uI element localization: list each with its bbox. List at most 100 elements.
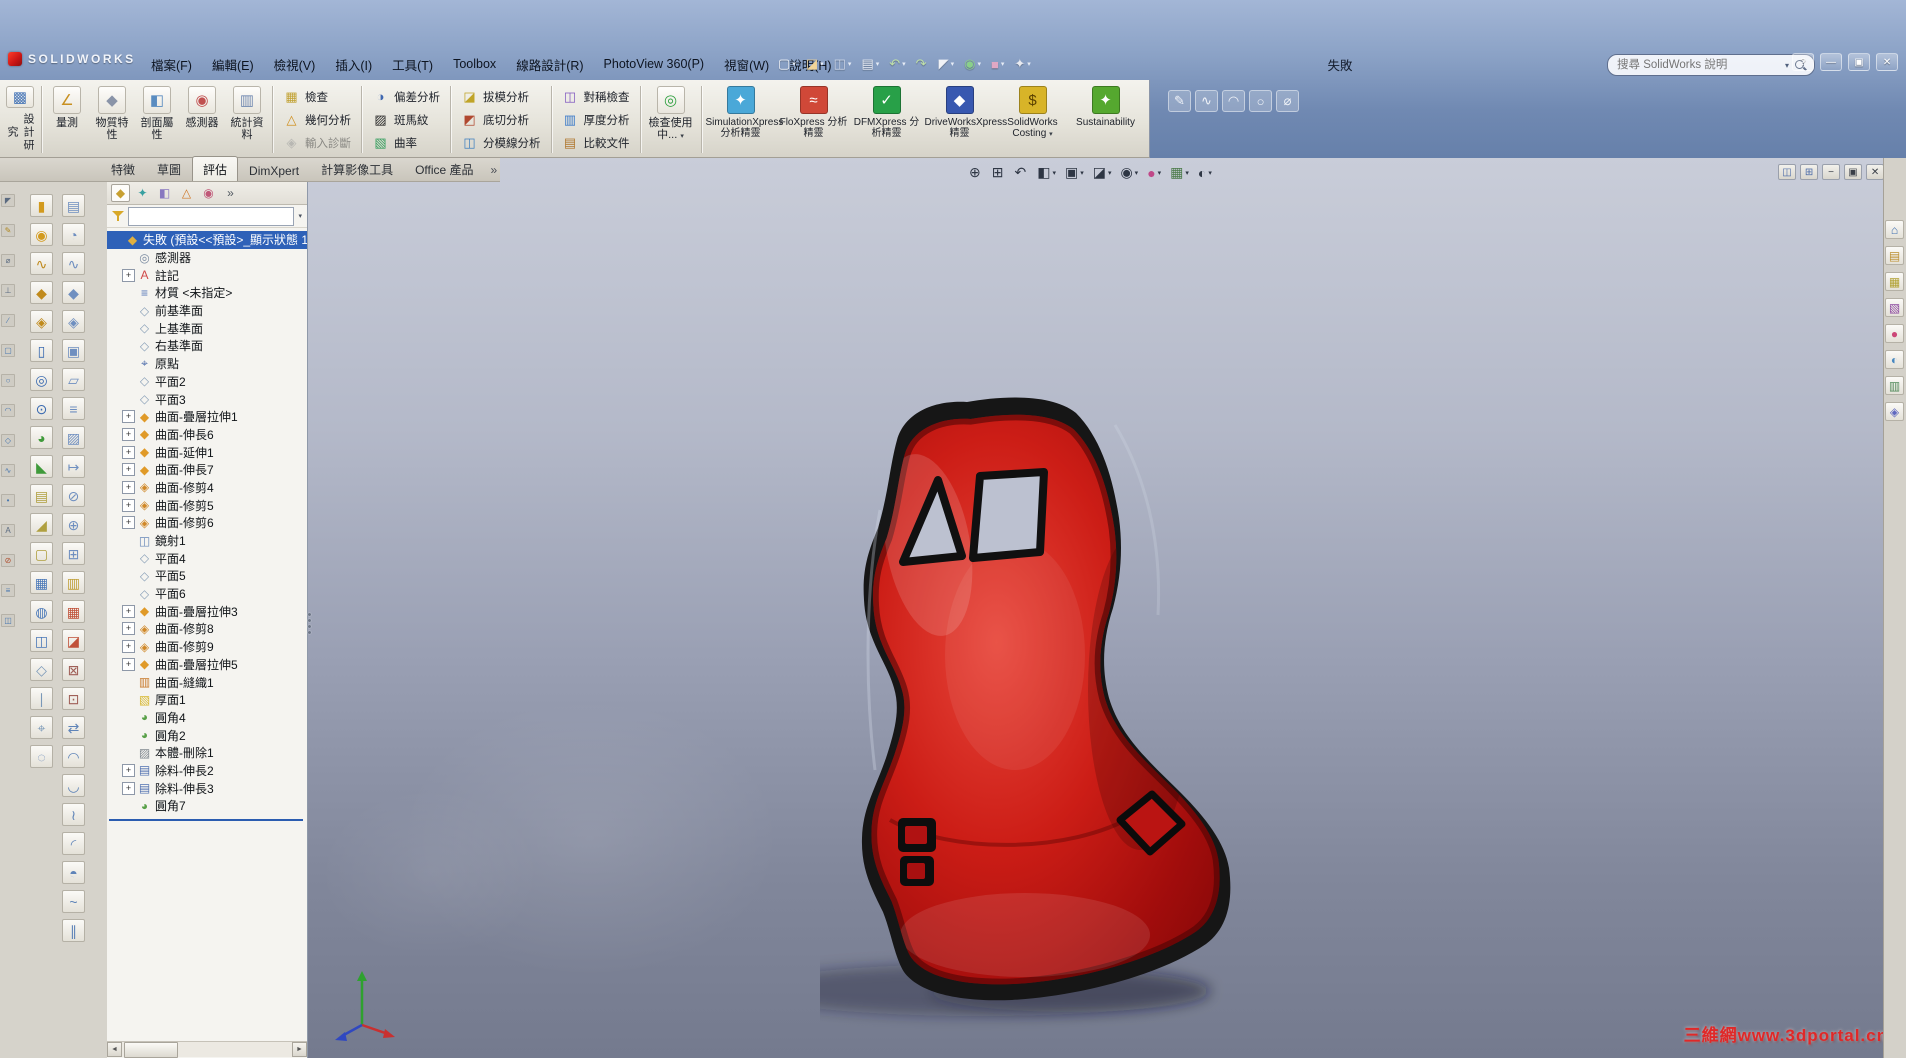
undercut-analysis-button[interactable]: ◩ 底切分析	[454, 109, 548, 131]
zoom-to-area-button[interactable]: ⊞	[989, 162, 1009, 183]
previous-view-button[interactable]: ↶	[1011, 162, 1031, 183]
offset-surface-icon[interactable]: ≡	[62, 397, 85, 420]
sketch-entity-icon[interactable]: ✎	[1, 224, 15, 237]
polygon-tool-icon[interactable]: ◇	[1, 434, 15, 447]
wrap-icon[interactable]: ◜	[62, 832, 85, 855]
tree-item-surface-loft1[interactable]: + ◆ 曲面-疊層拉伸1	[107, 408, 307, 426]
revolved-surface-icon[interactable]: ◔	[62, 223, 85, 246]
view-orientation-button[interactable]: ▣ ▾	[1062, 162, 1087, 183]
menu-item[interactable]: PhotoView 360(P)	[595, 53, 714, 75]
tree-item-sensors[interactable]: + ◎ 感測器	[107, 249, 307, 267]
tree-item-expander[interactable]: +	[122, 498, 135, 512]
close-button[interactable]: ✕	[1876, 53, 1898, 71]
menu-item[interactable]: 檢視(V)	[265, 51, 325, 78]
revolved-boss-icon[interactable]: ◉	[30, 223, 53, 246]
thicken-icon[interactable]: ▥	[62, 571, 85, 594]
dfmxpress-button[interactable]: ✓ DFMXpress 分析精靈	[851, 82, 923, 157]
scroll-left-button[interactable]: ◄	[107, 1042, 122, 1057]
deform-icon[interactable]: ◠	[62, 745, 85, 768]
coordinate-system-icon[interactable]: ⌖	[30, 716, 53, 739]
design-study-button[interactable]: ▩ 設計研究	[2, 82, 38, 157]
draft-analysis-button[interactable]: ◪ 拔模分析	[454, 86, 548, 108]
spline-tool-icon[interactable]: ∿	[1, 464, 15, 477]
pane-split-button[interactable]: ◫	[1778, 164, 1796, 180]
costing-button[interactable]: $ SolidWorks Costing ▾	[997, 82, 1069, 157]
edit-appearance-viewport-button[interactable]: ● ▾	[1144, 163, 1164, 183]
chamfer-icon[interactable]: ◣	[30, 455, 53, 478]
freeform-icon[interactable]: ~	[62, 890, 85, 913]
untrim-surface-icon[interactable]: ⊕	[62, 513, 85, 536]
document-manager-icon[interactable]: ◈	[1885, 402, 1904, 421]
scenes-icon[interactable]: ◐	[1885, 350, 1904, 369]
tree-item-surface-extend1[interactable]: + ◆ 曲面-延伸1	[107, 443, 307, 461]
deviation-analysis-button[interactable]: ◑ 偏差分析	[365, 86, 447, 108]
circle-tool-icon[interactable]: ○	[1, 374, 15, 387]
menu-item[interactable]: 線路設計(R)	[507, 51, 592, 78]
tree-item-fillet2[interactable]: + ◕ 圓角2	[107, 726, 307, 744]
fillet-icon[interactable]: ◕	[30, 426, 53, 449]
command-tab[interactable]: 特徵	[100, 156, 146, 181]
view-palette-icon[interactable]: ▧	[1885, 298, 1904, 317]
check-active-document-button[interactable]: ◎ 檢查使用中... ▾	[644, 82, 698, 157]
tree-item-expander[interactable]: +	[122, 763, 135, 777]
options-button[interactable]: ✦ ▾	[1011, 54, 1033, 74]
tree-item-plane5[interactable]: + ◇ 平面5	[107, 567, 307, 585]
floxpress-button[interactable]: ≈ FloXpress 分析精靈	[778, 82, 850, 157]
filter-caret[interactable]: ▾	[298, 212, 302, 220]
split-line-icon[interactable]: ∥	[62, 919, 85, 942]
check-button[interactable]: ▦ 檢查	[276, 86, 358, 108]
mirror-tool-icon[interactable]: ◫	[1, 614, 15, 627]
tree-item-expander[interactable]: +	[122, 427, 135, 441]
linear-pattern-icon[interactable]: ▦	[30, 571, 53, 594]
tree-item-expander[interactable]: +	[122, 640, 135, 654]
tree-item-cut-extrude2[interactable]: + ▤ 除料-伸長2	[107, 762, 307, 780]
tree-item-delete-body1[interactable]: + ▨ 本體-刪除1	[107, 744, 307, 762]
dome-icon[interactable]: ◓	[62, 861, 85, 884]
search-input[interactable]	[1615, 58, 1780, 72]
command-tab[interactable]: DimXpert	[238, 159, 310, 181]
symmetry-check-button[interactable]: ◫ 對稱檢查	[555, 86, 637, 108]
curvature-button[interactable]: ▧ 曲率	[365, 132, 447, 154]
tree-item-surface-trim4[interactable]: + ◈ 曲面-修剪4	[107, 479, 307, 497]
propertymanager-tab[interactable]: ✦	[133, 184, 152, 202]
reference-axis-icon[interactable]: ∣	[30, 687, 53, 710]
tree-item-plane2[interactable]: + ◇ 平面2	[107, 373, 307, 391]
design-library-icon[interactable]: ▤	[1885, 246, 1904, 265]
dimxpertmanager-tab[interactable]: △	[177, 184, 196, 202]
point-tool-icon[interactable]: •	[1, 494, 15, 507]
menu-item[interactable]: 工具(T)	[383, 51, 442, 78]
scroll-track[interactable]	[122, 1042, 292, 1058]
tree-item-expander[interactable]: +	[122, 622, 135, 636]
undo-button[interactable]: ↶ ▾	[886, 54, 908, 74]
statistics-button[interactable]: ▥ 統計資料	[225, 82, 269, 157]
rectangle-tool-icon[interactable]: ▢	[1, 344, 15, 357]
swept-boss-icon[interactable]: ∿	[30, 252, 53, 275]
smart-dimension-icon[interactable]: ⌀	[1276, 90, 1299, 112]
tree-item-cut-extrude3[interactable]: + ▤ 除料-伸長3	[107, 779, 307, 797]
minimize-button[interactable]: —	[1820, 53, 1842, 71]
edit-appearance-button[interactable]: ■ ▾	[988, 55, 1007, 74]
flex-icon[interactable]: ≀	[62, 803, 85, 826]
geometry-analysis-button[interactable]: △ 幾何分析	[276, 109, 358, 131]
circular-pattern-icon[interactable]: ◍	[30, 600, 53, 623]
knit-surface-icon[interactable]: ⊞	[62, 542, 85, 565]
sensor-button[interactable]: ◉ 感測器	[180, 82, 224, 157]
select-button[interactable]: ◤ ▾	[936, 54, 958, 74]
offset-tool-icon[interactable]: ≡	[1, 584, 15, 597]
circle-icon[interactable]: ○	[1249, 90, 1272, 112]
trim-surface-icon[interactable]: ⊘	[62, 484, 85, 507]
ruled-surface-icon[interactable]: ▨	[62, 426, 85, 449]
tree-item-annotations[interactable]: + A 註記	[107, 266, 307, 284]
swept-surface-icon[interactable]: ∿	[62, 252, 85, 275]
draft-icon[interactable]: ◢	[30, 513, 53, 536]
tree-item-expander[interactable]: +	[122, 516, 135, 530]
zebra-stripes-button[interactable]: ▨ 斑馬紋	[365, 109, 447, 131]
simulationxpress-button[interactable]: ✦ SimulationXpress 分析精靈	[705, 82, 783, 157]
thickness-analysis-button[interactable]: ▥ 厚度分析	[555, 109, 637, 131]
planar-surface-icon[interactable]: ▱	[62, 368, 85, 391]
custom-properties-icon[interactable]: ▥	[1885, 376, 1904, 395]
trim-tool-icon[interactable]: ⊘	[1, 554, 15, 567]
lofted-boss-icon[interactable]: ◆	[30, 281, 53, 304]
configurationmanager-tab[interactable]: ◧	[155, 184, 174, 202]
tree-horizontal-scrollbar[interactable]: ◄ ►	[107, 1041, 307, 1058]
